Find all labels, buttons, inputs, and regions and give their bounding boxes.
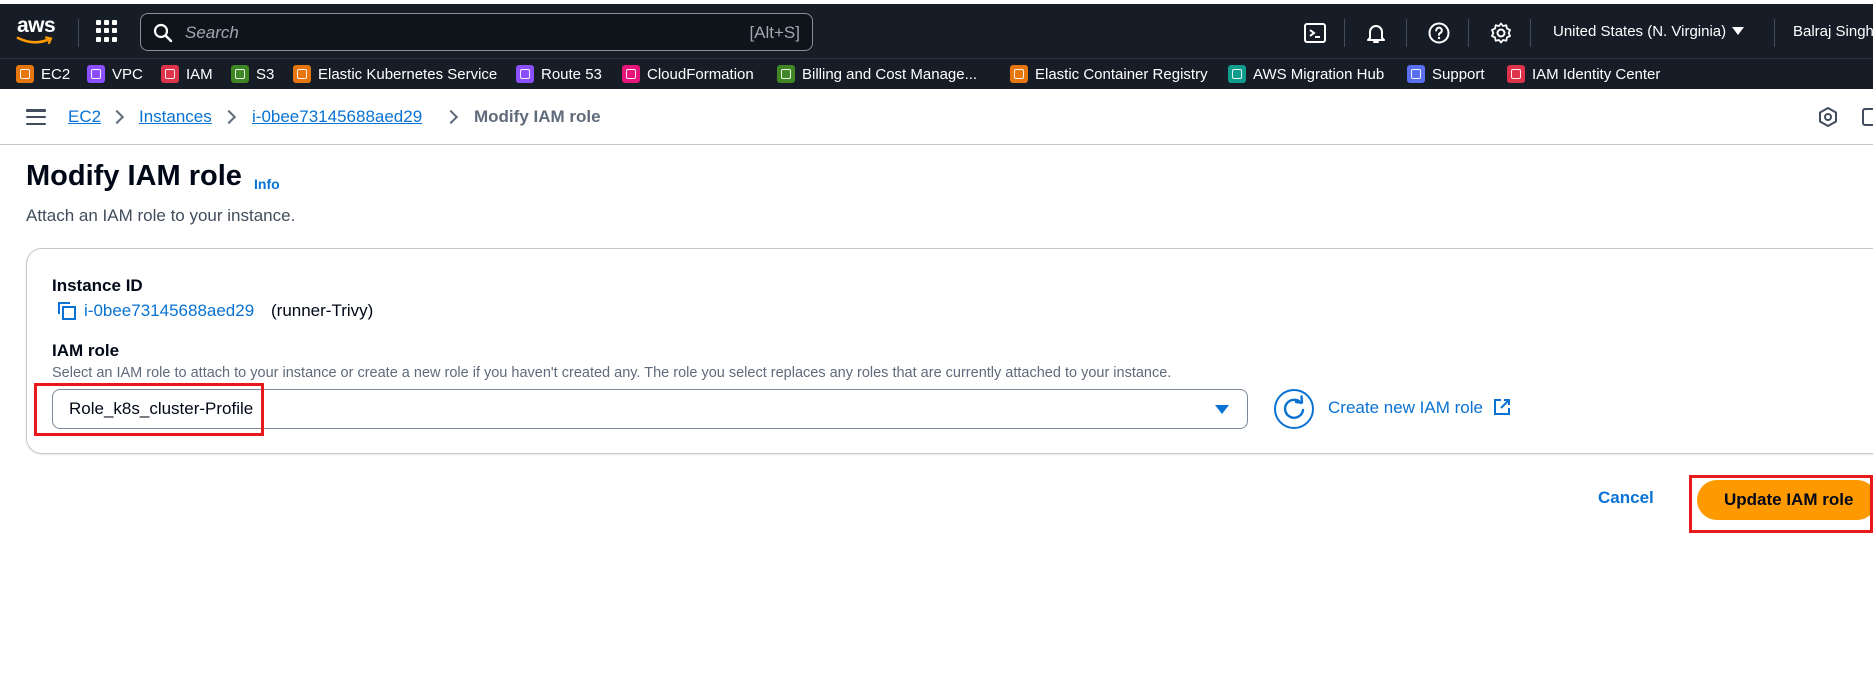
support-service-icon <box>1407 65 1425 83</box>
page-title: Modify IAM role <box>26 160 242 192</box>
favorite-support[interactable]: Support <box>1407 64 1485 84</box>
favorite-iam-identity-center[interactable]: IAM Identity Center <box>1507 64 1660 84</box>
services-grid-icon[interactable] <box>96 20 118 42</box>
favorite-label: Route 53 <box>541 65 602 83</box>
vpc-service-icon <box>87 65 105 83</box>
search-icon <box>153 23 173 43</box>
nav-divider <box>1406 19 1407 47</box>
nav-divider <box>78 19 79 47</box>
settings-gear-icon[interactable] <box>1489 21 1513 45</box>
search-placeholder: Search <box>185 23 239 42</box>
aws-smile-icon <box>16 36 53 45</box>
cloudformation-service-icon <box>622 65 640 83</box>
cloudshell-icon[interactable] <box>1303 21 1327 45</box>
favorite-label: EC2 <box>41 65 71 83</box>
favorite-label: Support <box>1432 65 1485 83</box>
search-shortcut: [Alt+S] <box>749 23 800 42</box>
highlight-box-role-select <box>34 383 264 436</box>
breadcrumb-instances[interactable]: Instances <box>139 107 212 127</box>
favorite-migration-hub[interactable]: AWS Migration Hub <box>1228 64 1384 84</box>
iam-role-description: Select an IAM role to attach to your ins… <box>52 365 1172 381</box>
favorite-cloudformation[interactable]: CloudFormation <box>622 64 754 84</box>
iam-role-label: IAM role <box>52 341 120 360</box>
favorite-label: IAM <box>186 65 213 83</box>
aws-logo[interactable]: aws <box>16 14 60 48</box>
favorite-label: Elastic Container Registry <box>1035 65 1208 83</box>
breadcrumb-instance-id[interactable]: i-0bee73145688aed29 <box>252 107 422 127</box>
favorite-label: IAM Identity Center <box>1532 65 1661 83</box>
ec2-service-icon <box>16 65 34 83</box>
refresh-button[interactable] <box>1274 389 1314 429</box>
instance-id-link[interactable]: i-0bee73145688aed29 <box>84 301 254 321</box>
breadcrumb-current: Modify IAM role <box>474 107 601 126</box>
nav-divider <box>1344 19 1345 47</box>
favorite-eks[interactable]: Elastic Kubernetes Service <box>293 64 497 84</box>
favorite-s3[interactable]: S3 <box>231 64 274 84</box>
refresh-icon <box>1283 395 1305 419</box>
favorite-label: Billing and Cost Manage... <box>802 65 978 83</box>
migration-hub-service-icon <box>1228 65 1246 83</box>
account-menu[interactable]: Balraj Singh <box>1793 23 1873 40</box>
caret-down-icon <box>1215 405 1229 414</box>
side-navigation-menu-icon[interactable] <box>26 109 46 126</box>
billing-service-icon <box>777 65 795 83</box>
favorite-ec2[interactable]: EC2 <box>16 64 70 84</box>
breadcrumb-ec2[interactable]: EC2 <box>68 107 101 127</box>
nav-divider <box>1468 19 1469 47</box>
s3-service-icon <box>231 65 249 83</box>
favorite-label: CloudFormation <box>647 65 754 83</box>
cancel-button[interactable]: Cancel <box>1598 488 1654 508</box>
notifications-bell-icon[interactable] <box>1364 21 1388 45</box>
favorite-ecr[interactable]: Elastic Container Registry <box>1010 64 1208 84</box>
favorite-route53[interactable]: Route 53 <box>516 64 602 84</box>
instance-id-label: Instance ID <box>52 276 143 295</box>
page-description: Attach an IAM role to your instance. <box>26 206 296 225</box>
favorite-billing[interactable]: Billing and Cost Manage... <box>777 64 977 84</box>
ecr-service-icon <box>1010 65 1028 83</box>
notifications-panel-icon[interactable] <box>1817 106 1839 128</box>
chevron-right-icon <box>224 109 234 125</box>
favorite-label: Elastic Kubernetes Service <box>318 65 498 83</box>
top-navigation: aws Search [Alt+S] United States (N. Vir… <box>0 0 1873 58</box>
route53-service-icon <box>516 65 534 83</box>
aws-logo-text: aws <box>17 14 56 37</box>
iam-service-icon <box>161 65 179 83</box>
favorite-iam[interactable]: IAM <box>161 64 213 84</box>
nav-divider <box>1530 19 1531 47</box>
external-link-icon <box>1494 399 1510 415</box>
favorite-vpc[interactable]: VPC <box>87 64 143 84</box>
copy-icon[interactable] <box>56 300 78 322</box>
info-link[interactable]: Info <box>254 176 280 192</box>
iam-identity-center-service-icon <box>1507 65 1525 83</box>
create-new-iam-role-link[interactable]: Create new IAM role <box>1328 398 1483 418</box>
favorite-label: VPC <box>112 65 143 83</box>
search-input[interactable]: Search [Alt+S] <box>140 13 813 51</box>
chevron-right-icon <box>112 109 122 125</box>
highlight-box-update-button <box>1689 475 1873 533</box>
favorite-label: S3 <box>256 65 275 83</box>
caret-down-icon <box>1732 27 1745 35</box>
help-icon[interactable] <box>1427 21 1451 45</box>
split-panel-icon[interactable] <box>1861 106 1873 128</box>
instance-name: (runner-Trivy) <box>271 301 374 320</box>
chevron-right-icon <box>446 109 456 125</box>
nav-divider <box>1774 19 1775 47</box>
breadcrumb-bar: EC2 Instances i-0bee73145688aed29 Modify… <box>0 89 1873 145</box>
favorites-bar: EC2 VPC IAM S3 Elastic Kubernetes Servic… <box>0 58 1873 89</box>
region-label: United States (N. Virginia) <box>1553 23 1727 40</box>
region-selector[interactable]: United States (N. Virginia) <box>1553 23 1745 40</box>
favorite-label: AWS Migration Hub <box>1253 65 1385 83</box>
eks-service-icon <box>293 65 311 83</box>
